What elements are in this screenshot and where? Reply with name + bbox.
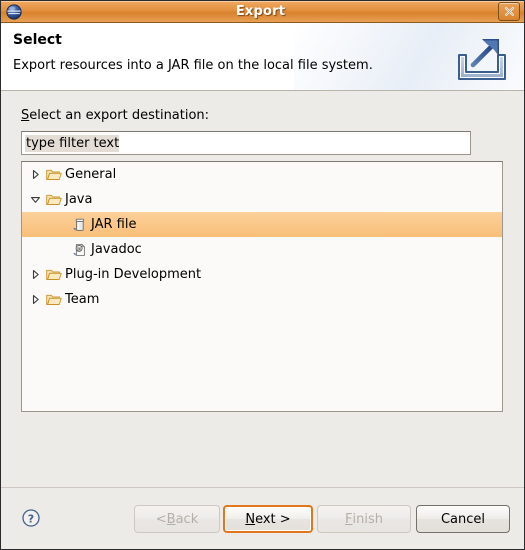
back-button-prefix: <: [155, 511, 167, 527]
dialog-header: Select Export resources into a JAR file …: [1, 23, 524, 91]
titlebar[interactable]: Export: [1, 1, 524, 23]
folder-icon: [44, 193, 64, 207]
finish-button: Finish: [317, 505, 411, 533]
destination-label: Select an export destination:: [21, 108, 209, 123]
back-button-mnemonic: B: [166, 511, 176, 527]
tree-item-java[interactable]: Java: [22, 187, 502, 212]
chevron-down-icon[interactable]: [26, 194, 44, 205]
back-button-rest: ack: [175, 511, 199, 527]
eclipse-sphere-icon: [5, 3, 23, 21]
back-button: < Back: [134, 505, 220, 533]
destination-label-rest: elect an export destination:: [29, 108, 210, 123]
help-question-icon[interactable]: ?: [21, 508, 41, 528]
tree-item-team[interactable]: Team: [22, 287, 502, 312]
close-icon[interactable]: [498, 2, 520, 21]
svg-text:@: @: [77, 246, 82, 252]
cancel-button-label: Cancel: [440, 511, 486, 527]
svg-text:?: ?: [28, 512, 34, 525]
tree-item-javadoc[interactable]: @ Javadoc: [22, 237, 502, 262]
tree-item-label: Java: [65, 192, 93, 207]
tree-item-label: JAR file: [91, 217, 137, 232]
chevron-right-icon[interactable]: [26, 169, 44, 180]
page-description: Export resources into a JAR file on the …: [13, 58, 373, 73]
javadoc-icon: @: [70, 242, 90, 258]
page-title: Select: [13, 32, 62, 48]
cancel-button[interactable]: Cancel: [416, 505, 510, 533]
finish-button-rest: inish: [352, 511, 383, 527]
next-button-rest: ext >: [255, 511, 291, 527]
next-button-mnemonic: N: [245, 511, 256, 527]
window-title: Export: [235, 3, 286, 19]
tree-item-label: Javadoc: [91, 242, 142, 257]
tree-item-general[interactable]: General: [22, 162, 502, 187]
export-destination-tree[interactable]: General Java JAR file @ Javadoc Plug-in …: [21, 161, 503, 412]
tree-item-label: Team: [65, 292, 100, 307]
tree-item-label: General: [65, 167, 117, 182]
finish-button-mnemonic: F: [345, 511, 353, 527]
export-dialog: Export Select Export resources into a JA…: [0, 0, 525, 550]
tree-item-label: Plug-in Development: [65, 267, 202, 282]
tree-item-jar-file[interactable]: JAR file: [22, 212, 502, 237]
tree-item-plug-in-development[interactable]: Plug-in Development: [22, 262, 502, 287]
search-input-value: type filter text: [25, 134, 120, 152]
dialog-footer: ? < Back Next > Finish Cancel: [1, 487, 524, 549]
folder-icon: [44, 293, 64, 307]
dialog-body: Select an export destination: type filte…: [1, 91, 524, 487]
chevron-right-icon[interactable]: [26, 294, 44, 305]
next-button[interactable]: Next >: [223, 505, 313, 533]
folder-icon: [44, 268, 64, 282]
chevron-right-icon[interactable]: [26, 269, 44, 280]
jar-icon: [70, 217, 90, 233]
export-arrow-icon: [454, 33, 510, 85]
search-input[interactable]: type filter text: [21, 131, 471, 155]
folder-icon: [44, 168, 64, 182]
